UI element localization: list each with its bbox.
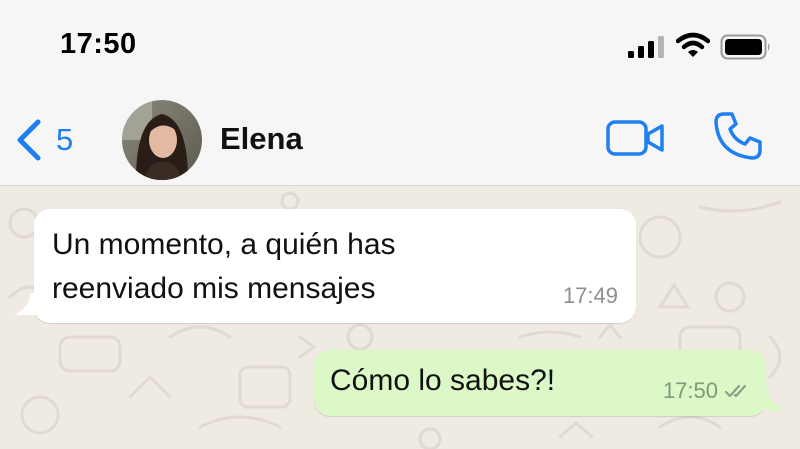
back-chevron-icon [17,119,41,161]
bubble-tail [14,293,40,315]
back-button[interactable]: 5 [14,116,73,164]
message-text: Un momento, a quién has reenviado mis me… [52,228,396,305]
status-bar-time: 17:50 [60,28,137,60]
chat-header: 17:50 5 Elena [0,0,800,186]
chat-area[interactable]: Un momento, a quién has reenviado mis me… [0,187,800,449]
message-meta: 17:50 [663,378,752,404]
battery-icon [720,34,770,60]
phone-call-icon[interactable] [712,110,764,162]
avatar[interactable] [122,100,202,180]
message-time: 17:49 [562,283,618,308]
video-call-icon[interactable] [606,118,666,158]
double-check-icon [724,384,747,398]
contact-name[interactable]: Elena [220,121,303,157]
bubble-tail [760,388,784,410]
signal-icon [628,36,664,58]
wifi-icon [676,32,710,57]
message-incoming[interactable]: Un momento, a quién has reenviado mis me… [14,209,636,323]
message-outgoing[interactable]: Cómo lo sabes?! 17:50 [314,350,784,416]
unread-count: 5 [56,122,74,157]
message-time: 17:50 [662,378,718,403]
